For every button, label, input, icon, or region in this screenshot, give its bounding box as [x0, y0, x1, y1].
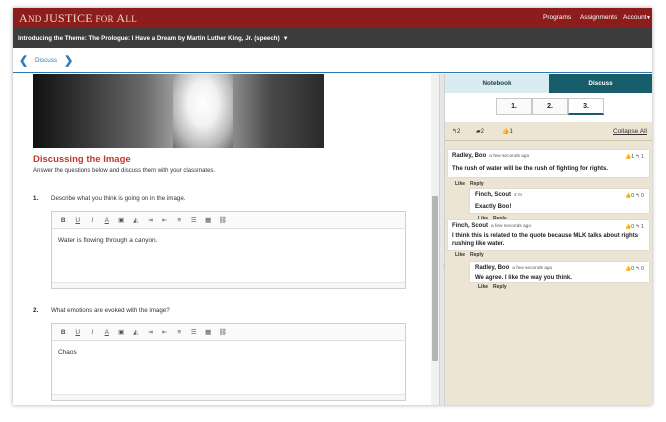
nav-assignments[interactable]: Assignments [580, 14, 617, 21]
comment-reply: Radley, Boo a few seconds ago 👍0 ↰ 0 We a… [469, 261, 650, 283]
comment-stats: 👍0 ↰ 0 [625, 193, 644, 199]
answer-text[interactable]: Water is flowing through a canyon. [52, 229, 405, 282]
outdent-icon[interactable]: ⇤ [158, 328, 173, 336]
lesson-bar: Introducing the Theme: The Prologue: I H… [13, 28, 652, 48]
reply-button[interactable]: Reply [470, 252, 484, 258]
answer-editor[interactable]: B U I A ▣ ◭ ⇥ ⇤ ≡ ☰ ▦ ⛓ Chaos [51, 323, 406, 401]
table-icon[interactable]: ▦ [201, 328, 216, 336]
comment-actions: Like Reply [478, 284, 512, 290]
comment-author: Radley, Boo a few seconds ago [452, 153, 530, 159]
answer-editor[interactable]: B U I A ▣ ◭ ⇥ ⇤ ≡ ☰ ▦ ⛓ Water is flowing… [51, 211, 406, 289]
comment-body: Exactly Boo! [475, 204, 512, 210]
like-button[interactable]: Like [455, 252, 465, 258]
question-text: What emotions are evoked with the image? [51, 307, 170, 314]
comment-body: We agree. I like the way you think. [475, 275, 572, 281]
question-number: 1. [33, 195, 39, 202]
replies-stat: ↰2 [452, 129, 461, 135]
next-arrow-icon[interactable]: ❯ [64, 54, 73, 67]
underline-icon[interactable]: U [71, 329, 86, 336]
app-window: AND JUSTICE FOR ALL Programs Assignments… [13, 8, 652, 405]
lesson-chevron-down-icon[interactable]: ▼ [283, 36, 289, 42]
align-left-icon[interactable]: ≡ [172, 329, 187, 336]
comment-stats: 👍1 ↰ 1 [625, 154, 644, 160]
comment-actions: Like Reply [455, 252, 489, 258]
discussion-stats: ↰2 ▰2 👍1 Collapse All [445, 122, 652, 141]
scrollbar-thumb[interactable] [432, 196, 438, 361]
bold-icon[interactable]: B [56, 217, 71, 224]
comment-stats: 👍0 ↰ 1 [625, 224, 644, 230]
italic-icon[interactable]: I [85, 329, 100, 336]
outdent-icon[interactable]: ⇤ [158, 216, 173, 224]
editor-toolbar: B U I A ▣ ◭ ⇥ ⇤ ≡ ☰ ▦ ⛓ [52, 212, 405, 229]
part-tab-3[interactable]: 3. [568, 98, 604, 115]
table-icon[interactable]: ▦ [201, 216, 216, 224]
canyon-water-image [33, 74, 324, 148]
comment-reply: Finch, Scout 2 m 👍0 ↰ 0 Exactly Boo! [469, 188, 650, 214]
underline-icon[interactable]: U [71, 217, 86, 224]
like-button[interactable]: Like [455, 181, 465, 187]
lesson-content: Discussing the Image Answer the question… [13, 74, 443, 405]
link-icon[interactable]: ⛓ [216, 328, 231, 336]
editor-footer [52, 282, 405, 288]
part-tab-2[interactable]: 2. [532, 98, 568, 115]
tab-discuss[interactable]: Discuss [549, 74, 652, 93]
font-color-icon[interactable]: A [100, 217, 115, 224]
likes-stat: 👍1 [502, 129, 513, 135]
comment-body: The rush of water will be the rush of fi… [452, 166, 608, 172]
comment: Radley, Boo a few seconds ago 👍1 ↰ 1 The … [447, 149, 650, 178]
section-intro: Answer the questions below and discuss t… [33, 168, 216, 174]
like-button[interactable]: Like [478, 284, 488, 290]
collapse-all-link[interactable]: Collapse All [613, 128, 647, 135]
indent-icon[interactable]: ⇥ [143, 216, 158, 224]
comments-stat: ▰2 [476, 129, 484, 135]
comment-author: Finch, Scout a few seconds ago [452, 223, 532, 229]
comment-stats: 👍0 ↰ 0 [625, 266, 644, 272]
account-chevron-down-icon[interactable]: ▼ [646, 15, 651, 21]
tab-notebook[interactable]: Notebook [445, 74, 549, 93]
comment-actions: Like Reply [455, 181, 489, 187]
link-icon[interactable]: ⛓ [216, 216, 231, 224]
app-title[interactable]: AND JUSTICE FOR ALL [19, 11, 137, 26]
italic-icon[interactable]: I [85, 217, 100, 224]
eraser-icon[interactable]: ◭ [129, 328, 144, 336]
lesson-title[interactable]: Introducing the Theme: The Prologue: I H… [18, 35, 289, 42]
part-tab-1[interactable]: 1. [496, 98, 532, 115]
comment-author: Radley, Boo a few seconds ago [475, 265, 553, 271]
bold-icon[interactable]: B [56, 329, 71, 336]
highlight-icon[interactable]: ▣ [114, 216, 129, 224]
section-nav-label: Discuss [35, 57, 58, 64]
comment: Finch, Scout a few seconds ago 👍0 ↰ 1 I t… [447, 219, 650, 251]
list-icon[interactable]: ☰ [187, 216, 202, 224]
highlight-icon[interactable]: ▣ [114, 328, 129, 336]
previous-arrow-icon[interactable]: ❮ [19, 54, 28, 67]
nav-account[interactable]: Account [623, 14, 647, 21]
editor-toolbar: B U I A ▣ ◭ ⇥ ⇤ ≡ ☰ ▦ ⛓ [52, 324, 405, 341]
top-bar: AND JUSTICE FOR ALL Programs Assignments… [13, 8, 652, 28]
reply-button[interactable]: Reply [493, 284, 507, 290]
reply-button[interactable]: Reply [470, 181, 484, 187]
comment-body: I think this is related to the quote bec… [452, 233, 639, 248]
align-left-icon[interactable]: ≡ [172, 217, 187, 224]
discussion-panel: Notebook Discuss 1. 2. 3. ↰2 ▰2 👍1 Colla… [445, 74, 652, 405]
question-text: Describe what you think is going on in t… [51, 195, 186, 202]
answer-text[interactable]: Chaos [52, 341, 405, 394]
section-nav: ❮ Discuss ❯ [13, 48, 652, 73]
editor-footer [52, 394, 405, 400]
indent-icon[interactable]: ⇥ [143, 328, 158, 336]
list-icon[interactable]: ☰ [187, 328, 202, 336]
eraser-icon[interactable]: ◭ [129, 216, 144, 224]
comment-author: Finch, Scout 2 m [475, 192, 522, 198]
nav-programs[interactable]: Programs [543, 14, 571, 21]
section-title: Discussing the Image [33, 154, 131, 165]
font-color-icon[interactable]: A [100, 329, 115, 336]
question-number: 2. [33, 307, 39, 314]
